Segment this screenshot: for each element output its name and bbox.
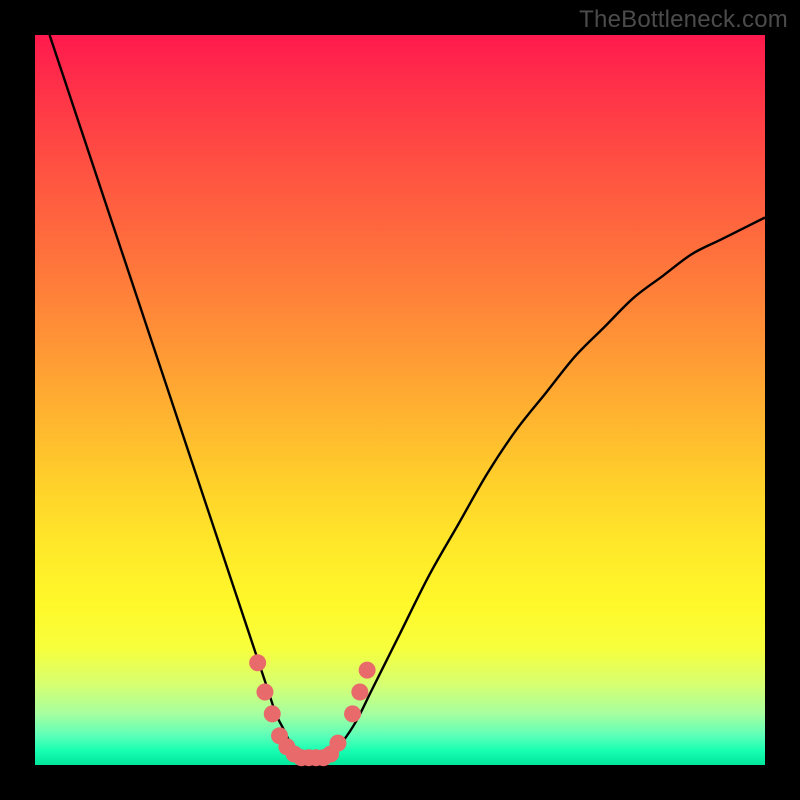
curve-marker <box>359 662 376 679</box>
curve-marker <box>256 684 273 701</box>
curve-marker <box>329 735 346 752</box>
watermark-text: TheBottleneck.com <box>579 6 788 34</box>
curve-marker <box>249 654 266 671</box>
curve-layer <box>35 35 765 765</box>
chart-frame: TheBottleneck.com <box>0 0 800 800</box>
plot-area <box>35 35 765 765</box>
curve-marker <box>351 684 368 701</box>
curve-marker <box>264 705 281 722</box>
curve-marker <box>344 705 361 722</box>
curve-markers <box>249 654 376 766</box>
bottleneck-curve <box>50 35 765 758</box>
